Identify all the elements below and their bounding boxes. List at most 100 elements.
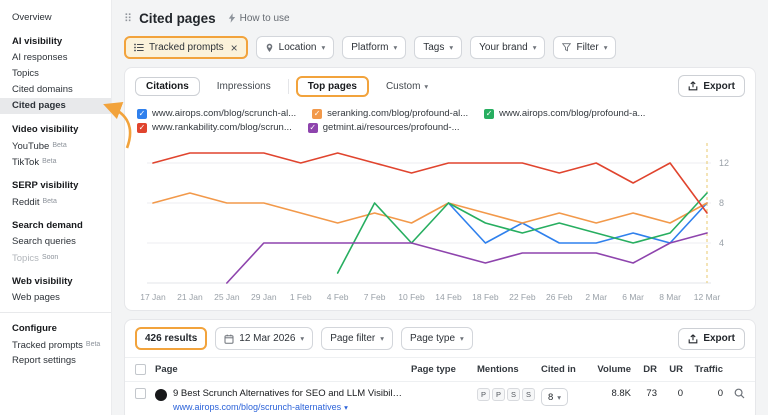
apps-grid-icon[interactable]: ⠿ xyxy=(124,12,132,25)
platform-badge: P xyxy=(492,388,505,401)
column-header-mentions[interactable]: Mentions xyxy=(477,364,541,375)
legend-checkbox-checked-icon: ✓ xyxy=(137,109,147,119)
sidebar-item-youtube[interactable]: YouTubeBeta xyxy=(0,138,111,154)
page-cell: 9 Best Scrunch Alternatives for SEO and … xyxy=(155,388,411,413)
sidebar-item-label: Cited pages xyxy=(12,100,66,111)
column-header-volume[interactable]: Volume xyxy=(587,364,631,375)
sidebar-item-topics[interactable]: Topics xyxy=(0,66,111,82)
tracked-prompts-filter-chip[interactable]: Tracked prompts × xyxy=(124,36,248,59)
sidebar-item-cited-domains[interactable]: Cited domains xyxy=(0,82,111,98)
legend-item-0[interactable]: ✓www.airops.com/blog/scrunch-al... xyxy=(137,108,296,119)
volume-cell: 8.8K xyxy=(587,388,631,399)
tab-custom[interactable]: Custom▾ xyxy=(376,76,438,97)
sidebar-item-report-settings[interactable]: Report settings xyxy=(0,353,111,369)
column-header-label: Page type xyxy=(411,364,456,375)
filter-chip-filter[interactable]: Filter▾ xyxy=(553,36,616,59)
sidebar-section-video-visibility: Video visibility xyxy=(0,122,111,138)
series-line-1 xyxy=(153,193,707,223)
column-header-label: Volume xyxy=(597,364,631,375)
chart-export-button[interactable]: Export xyxy=(678,75,745,97)
page-url-link[interactable]: www.airops.com/blog/scrunch-alternatives… xyxy=(173,402,348,412)
tab-label: Impressions xyxy=(217,81,271,92)
beta-badge: Beta xyxy=(42,198,56,205)
row-actions-cell xyxy=(723,388,745,399)
cited-in-dropdown[interactable]: 8▾ xyxy=(541,388,568,406)
date-selector[interactable]: 12 Mar 2026 ▾ xyxy=(215,327,313,350)
x-tick-label: 22 Feb xyxy=(509,292,536,302)
y-tick-label: 12 xyxy=(719,158,729,168)
table-export-button[interactable]: Export xyxy=(678,328,745,350)
export-icon xyxy=(688,81,698,91)
x-tick-label: 1 Feb xyxy=(290,292,312,302)
sidebar-section-configure: Configure xyxy=(0,321,111,337)
sidebar-item-web-pages[interactable]: Web pages xyxy=(0,290,111,306)
legend-item-2[interactable]: ✓www.airops.com/blog/profound-a... xyxy=(484,108,645,119)
tab-citations[interactable]: Citations xyxy=(135,77,200,96)
column-header-traffic[interactable]: Traffic xyxy=(683,364,723,375)
soon-badge: Soon xyxy=(42,254,58,261)
sidebar-section-search-demand: Search demand xyxy=(0,218,111,234)
beta-badge: Beta xyxy=(86,341,100,348)
legend-label: getmint.ai/resources/profound-... xyxy=(323,122,460,133)
legend-checkbox-checked-icon: ✓ xyxy=(484,109,494,119)
x-tick-label: 10 Feb xyxy=(398,292,425,302)
sidebar-item-label: YouTube xyxy=(12,141,49,152)
tab-impressions[interactable]: Impressions xyxy=(207,77,281,96)
metric-tabs: Citations Impressions xyxy=(135,77,281,96)
x-tick-label: 2 Mar xyxy=(585,292,607,302)
tab-top-pages[interactable]: Top pages xyxy=(296,76,369,97)
sidebar-item-label: Cited domains xyxy=(12,84,73,95)
main-content: ⠿ Cited pages How to use Tracked prompts… xyxy=(112,0,768,415)
filter-chip-tags[interactable]: Tags ▾ xyxy=(414,36,462,59)
sidebar-item-label: Configure xyxy=(12,323,57,334)
legend-item-1[interactable]: ✓seranking.com/blog/profound-al... xyxy=(312,108,468,119)
export-icon xyxy=(688,334,698,344)
x-tick-label: 4 Feb xyxy=(327,292,349,302)
column-header-page-type[interactable]: Page type xyxy=(411,364,477,375)
filter-chip-your-brand[interactable]: Your brand▾ xyxy=(470,36,545,59)
sidebar-item-label: Topics xyxy=(12,253,39,264)
remove-filter-icon[interactable]: × xyxy=(231,42,238,54)
select-all-checkbox[interactable] xyxy=(135,364,146,375)
sidebar-item-topics: TopicsSoon xyxy=(0,250,111,266)
sidebar-item-tiktok[interactable]: TikTokBeta xyxy=(0,154,111,170)
filter-chip-platform[interactable]: Platform▾ xyxy=(342,36,406,59)
page-filter-dropdown[interactable]: Page filter ▾ xyxy=(321,327,393,350)
chevron-down-icon: ▾ xyxy=(393,43,397,52)
filter-chip-location[interactable]: Location▾ xyxy=(256,36,335,59)
legend-item-4[interactable]: ✓ getmint.ai/resources/profound-... xyxy=(308,122,460,133)
column-header-label: Page xyxy=(155,364,178,375)
column-header-page[interactable]: Page xyxy=(155,364,411,375)
legend-checkbox-checked-icon: ✓ xyxy=(308,123,318,133)
x-tick-label: 17 Jan xyxy=(140,292,166,302)
sidebar-item-reddit[interactable]: RedditBeta xyxy=(0,194,111,210)
sidebar-item-search-queries[interactable]: Search queries xyxy=(0,234,111,250)
search-icon[interactable] xyxy=(734,388,745,399)
sidebar-item-label: Tracked prompts xyxy=(12,340,83,351)
chart-toolbar: Citations Impressions Top pages Custom▾ Ex… xyxy=(125,68,755,100)
sidebar-item-tracked-prompts[interactable]: Tracked promptsBeta xyxy=(0,337,111,353)
column-header-ur[interactable]: UR xyxy=(657,364,683,375)
sidebar-item-label: Overview xyxy=(12,12,52,23)
legend-item-3[interactable]: ✓www.rankability.com/blog/scrun... xyxy=(137,122,292,133)
sidebar-item-cited-pages[interactable]: Cited pages xyxy=(0,98,111,114)
sidebar-item-label: Search queries xyxy=(12,236,76,247)
page-type-dropdown[interactable]: Page type ▾ xyxy=(401,327,473,350)
page-url: www.airops.com/blog/scrunch-alternatives xyxy=(173,402,341,412)
sidebar-item-ai-responses[interactable]: AI responses xyxy=(0,50,111,66)
how-to-use-link[interactable]: How to use xyxy=(228,13,290,24)
tab-label: Citations xyxy=(146,81,189,92)
column-header-label: Cited in xyxy=(541,364,576,375)
filter-chip-label: Tags xyxy=(423,42,444,53)
chevron-down-icon: ▾ xyxy=(449,43,453,52)
row-checkbox[interactable] xyxy=(135,388,146,399)
column-header-dr[interactable]: DR xyxy=(631,364,657,375)
column-header-label: UR xyxy=(669,364,683,375)
sidebar-divider xyxy=(0,312,111,313)
table-row: 9 Best Scrunch Alternatives for SEO and … xyxy=(125,381,755,415)
x-tick-label: 7 Feb xyxy=(364,292,386,302)
sidebar-item-overview[interactable]: Overview xyxy=(0,10,111,26)
column-header-cited-in[interactable]: Cited in xyxy=(541,364,587,375)
x-tick-label: 14 Feb xyxy=(435,292,462,302)
tracked-prompts-label: Tracked prompts xyxy=(149,42,224,53)
